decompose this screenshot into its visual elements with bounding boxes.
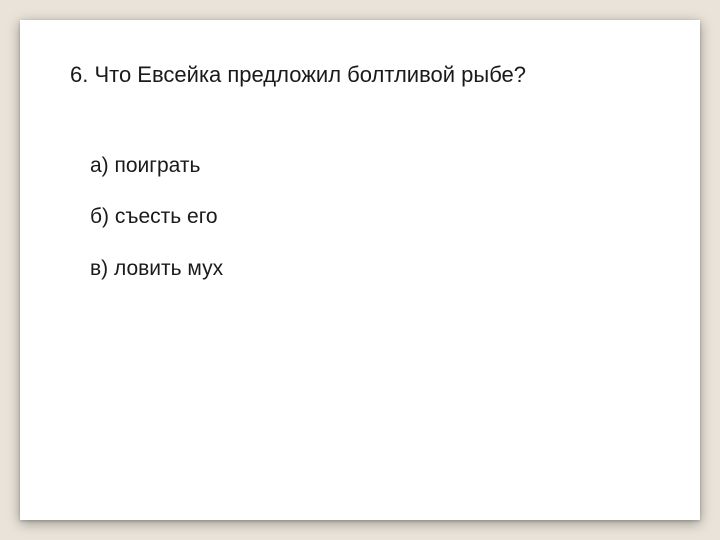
answer-option: в) ловить мух	[90, 254, 650, 283]
slide-container: 6. Что Евсейка предложил болтливой рыбе?…	[20, 20, 700, 520]
question-text: 6. Что Евсейка предложил болтливой рыбе?	[70, 60, 650, 91]
answer-option: б) съесть его	[90, 202, 650, 231]
answer-option: а) поиграть	[90, 151, 650, 180]
answers-list: а) поиграть б) съесть его в) ловить мух	[70, 151, 650, 283]
